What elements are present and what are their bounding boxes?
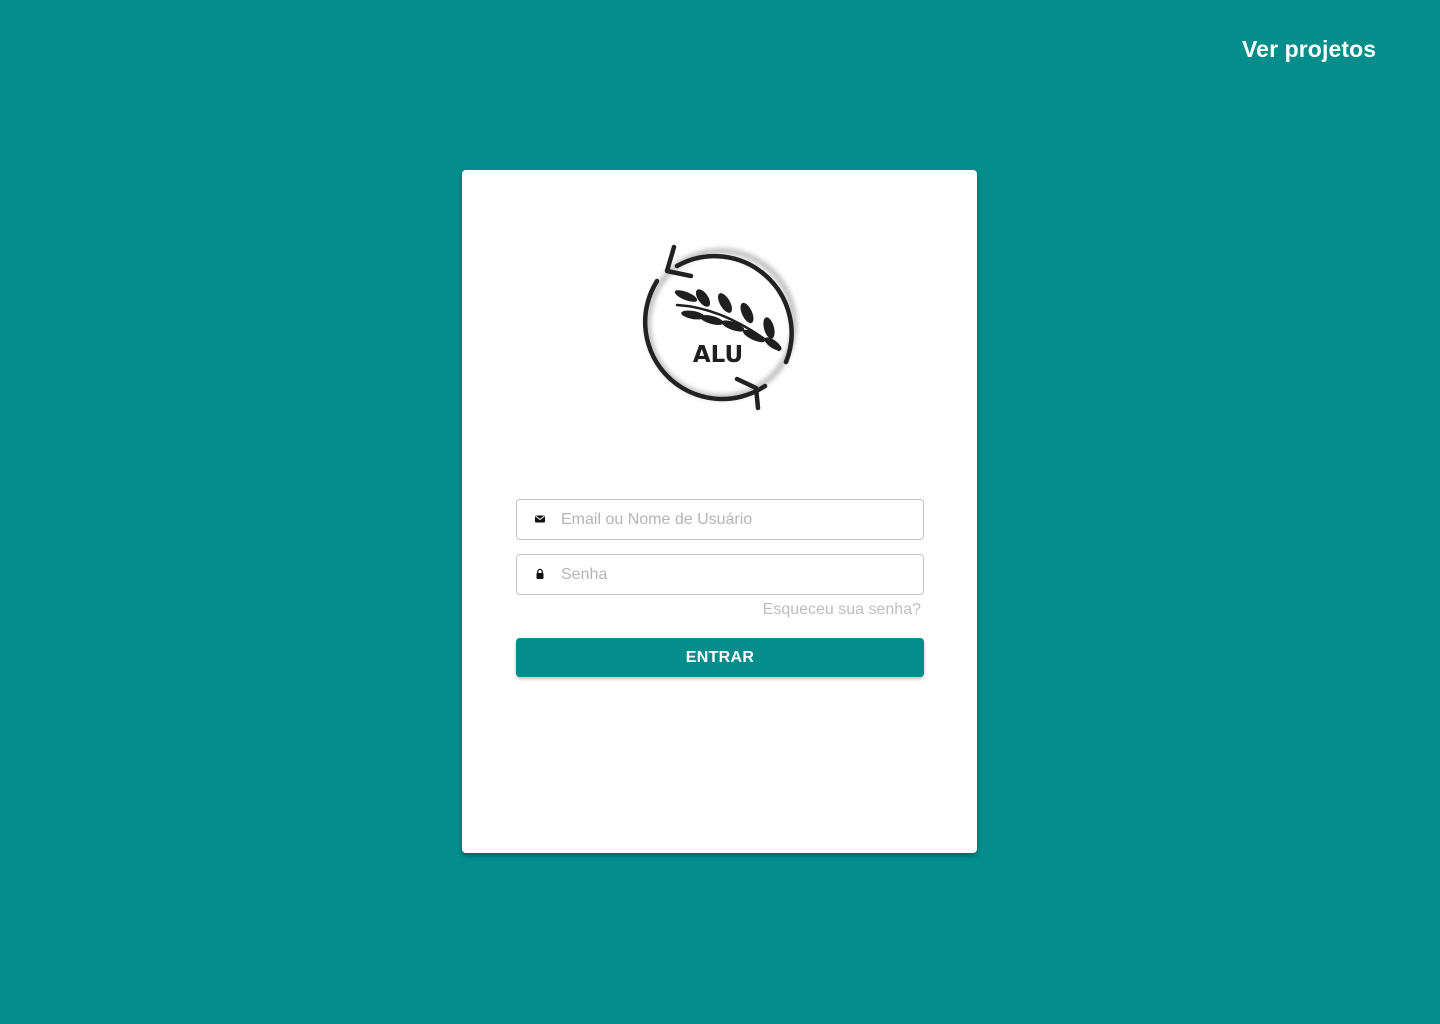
- email-field[interactable]: [516, 499, 924, 540]
- alu-logo: ALU: [642, 244, 797, 411]
- envelope-icon: [535, 515, 545, 523]
- password-input[interactable]: [561, 555, 911, 594]
- email-input[interactable]: [561, 500, 911, 539]
- ver-projetos-link[interactable]: Ver projetos: [1242, 36, 1376, 63]
- password-field[interactable]: [516, 554, 924, 595]
- forgot-password-link[interactable]: Esqueceu sua senha?: [763, 601, 921, 619]
- entrar-button[interactable]: ENTRAR: [516, 638, 924, 677]
- lock-icon: [536, 568, 544, 579]
- login-card: ALU Esqueceu sua senha? ENTRAR: [462, 170, 977, 853]
- logo-text: ALU: [693, 342, 743, 368]
